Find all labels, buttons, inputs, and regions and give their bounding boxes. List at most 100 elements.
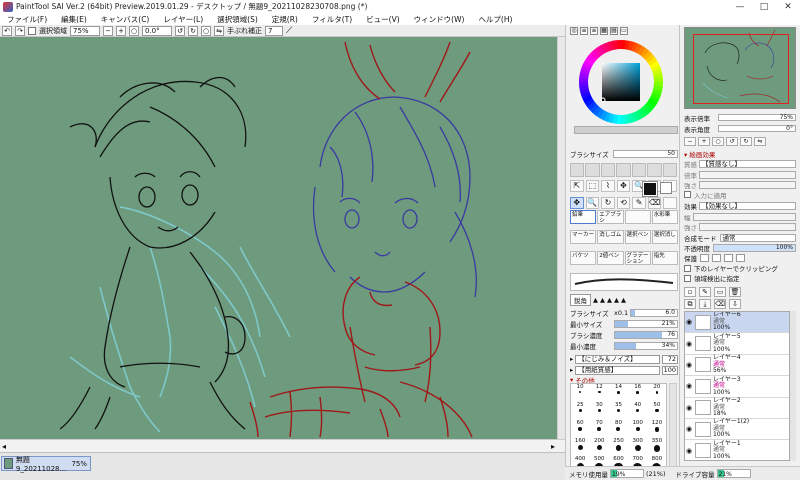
effect-width-slider[interactable] xyxy=(692,212,796,221)
tip-triangle-icon[interactable]: ▲ xyxy=(614,296,619,304)
tip-triangle-icon[interactable]: ▲ xyxy=(621,296,626,304)
tool-button[interactable]: ⟲ xyxy=(616,197,631,209)
alpha-lock-icon[interactable] xyxy=(736,254,745,262)
new-linework-layer-icon[interactable]: ✎ xyxy=(699,287,711,297)
min-density-slider[interactable]: 34% xyxy=(614,341,678,350)
min-size-slider[interactable]: 21% xyxy=(614,319,678,328)
swatch[interactable] xyxy=(570,163,585,177)
texture-invert-checkbox[interactable] xyxy=(684,191,691,198)
eye-icon[interactable]: ◉ xyxy=(685,340,693,348)
nav-rotate-left-icon[interactable]: ↺ xyxy=(726,137,738,146)
layer-list-scrollbar[interactable] xyxy=(790,311,796,461)
menu-item[interactable]: 定規(R) xyxy=(265,14,305,25)
clipping-checkbox[interactable] xyxy=(684,264,691,272)
tip-size-option[interactable]: 160 xyxy=(571,438,589,455)
tool-button[interactable]: ⇱ xyxy=(570,180,584,192)
opacity-slider[interactable]: 100% xyxy=(713,244,796,252)
zoom-reset-icon[interactable]: ○ xyxy=(129,25,139,36)
redo-icon[interactable]: ↷ xyxy=(15,25,25,36)
zoom-in-icon[interactable]: + xyxy=(116,25,126,36)
menu-item[interactable]: 選択領域(S) xyxy=(210,14,265,25)
canvas-vertical-scrollbar[interactable] xyxy=(557,37,565,439)
tool-button[interactable]: ↻ xyxy=(601,197,615,209)
delete-layer-icon[interactable]: 🗑 xyxy=(729,287,741,297)
nav-zoom-in-icon[interactable]: + xyxy=(698,137,710,146)
tip-size-option[interactable]: 14 xyxy=(609,384,627,401)
paper-expand-icon[interactable]: ▸ xyxy=(570,366,573,374)
brush-slot[interactable]: 消しゴム xyxy=(597,230,624,245)
brush-slot[interactable]: 指先 xyxy=(651,250,678,265)
tip-size-option[interactable]: 10 xyxy=(571,384,589,401)
nav-rotate-right-icon[interactable]: ↻ xyxy=(740,137,752,146)
scroll-right-icon[interactable]: ▸ xyxy=(551,442,555,451)
minimize-button[interactable]: — xyxy=(728,0,752,13)
layer-row[interactable]: ◉ レイヤー5 通常 100% xyxy=(685,333,789,355)
menu-item[interactable]: ビュー(V) xyxy=(359,14,406,25)
eye-icon[interactable]: ◉ xyxy=(685,361,693,369)
paint-lock-icon[interactable] xyxy=(724,254,733,262)
canvas-horizontal-scrollbar[interactable]: ◂ ▸ xyxy=(0,439,565,452)
effect-select[interactable]: 【効果なし】 xyxy=(699,201,796,210)
tool-button[interactable] xyxy=(663,197,677,209)
brush-slot[interactable]: グラデーション xyxy=(624,250,651,265)
eye-icon[interactable]: ◉ xyxy=(685,382,693,390)
layer-row[interactable]: ◉ レイヤー3 通常 100% xyxy=(685,376,789,398)
hsv-slider-tab-icon[interactable]: ≡ xyxy=(590,27,598,35)
move-lock-icon[interactable] xyxy=(712,254,721,262)
copy-layer-icon[interactable]: ⧉ xyxy=(684,299,696,309)
new-folder-icon[interactable]: ▭ xyxy=(714,287,726,297)
tip-size-option[interactable]: 12 xyxy=(590,384,608,401)
canvas[interactable] xyxy=(0,37,557,439)
zoom-out-icon[interactable]: − xyxy=(103,25,113,36)
menu-item[interactable]: レイヤー(L) xyxy=(156,14,210,25)
nav-reset-icon[interactable]: ○ xyxy=(712,137,724,146)
lock-icon[interactable] xyxy=(700,254,709,262)
tip-triangle-icon[interactable]: ▲ xyxy=(607,296,612,304)
swatch[interactable] xyxy=(662,163,677,177)
tip-size-option[interactable]: 60 xyxy=(571,420,589,437)
tip-size-option[interactable]: 50 xyxy=(648,402,666,419)
paper-texture-select[interactable]: 【用紙質感】 xyxy=(575,365,660,375)
tip-shape-select[interactable]: 鋭角 xyxy=(570,294,591,306)
brush-slot[interactable]: マーカー xyxy=(570,230,597,245)
brush-slot[interactable]: 水彩筆 xyxy=(651,210,678,224)
layer-row[interactable]: ◉ レイヤー6 通常 100% xyxy=(685,312,789,334)
clear-layer-icon[interactable]: ⌫ xyxy=(714,299,726,309)
rgb-slider-tab-icon[interactable]: ≡ xyxy=(580,27,588,35)
brush-size-quick-slider[interactable]: 50 xyxy=(612,150,678,158)
navigator-preview[interactable] xyxy=(684,27,796,109)
stabilizer-field[interactable]: 7 xyxy=(265,25,283,36)
tip-size-option[interactable]: 120 xyxy=(648,420,666,437)
menu-item[interactable]: ヘルプ(H) xyxy=(471,14,519,25)
tip-triangle-icon[interactable]: ▲ xyxy=(593,296,598,304)
density-slider[interactable]: 76 xyxy=(614,330,678,339)
tip-size-option[interactable]: 300 xyxy=(629,438,647,455)
layer-row[interactable]: ◉ レイヤー1 通常 100% xyxy=(685,440,789,460)
eye-icon[interactable]: ◉ xyxy=(685,447,693,455)
color-wheel-tab-icon[interactable]: ◎ xyxy=(570,27,578,35)
texture-strength-slider[interactable] xyxy=(699,180,796,189)
color-wheel[interactable] xyxy=(578,39,664,125)
eye-icon[interactable]: ◉ xyxy=(685,425,693,433)
maximize-button[interactable]: □ xyxy=(752,0,776,13)
swatch[interactable] xyxy=(616,163,631,177)
swatch[interactable] xyxy=(631,163,647,177)
rotate-right-icon[interactable]: ↻ xyxy=(188,25,198,36)
effects-header[interactable]: ▾ 絵画効果 xyxy=(684,149,715,159)
eye-icon[interactable]: ◉ xyxy=(685,318,693,326)
selection-toggle[interactable] xyxy=(28,26,36,35)
foreground-color[interactable] xyxy=(642,181,658,197)
palette-tab-icon[interactable]: ▦ xyxy=(600,27,608,35)
undo-icon[interactable]: ↶ xyxy=(2,25,12,36)
menu-item[interactable]: ファイル(F) xyxy=(0,14,54,25)
layer-row[interactable]: ◉ レイヤー2 通常 18% xyxy=(685,397,789,419)
new-layer-icon[interactable]: ▫ xyxy=(684,287,696,297)
zoom-field[interactable]: 75% xyxy=(70,25,100,36)
nav-angle-slider[interactable]: 0° xyxy=(718,125,796,132)
tip-size-option[interactable]: 250 xyxy=(609,438,627,455)
navigator-viewport-frame[interactable] xyxy=(693,34,789,104)
brush-slot[interactable] xyxy=(624,210,651,224)
layer-row[interactable]: ◉ レイヤー4 通常 56% xyxy=(685,355,789,377)
nav-zoom-slider[interactable]: 75% xyxy=(718,114,796,121)
blur-noise-value[interactable]: 72 xyxy=(662,354,678,364)
